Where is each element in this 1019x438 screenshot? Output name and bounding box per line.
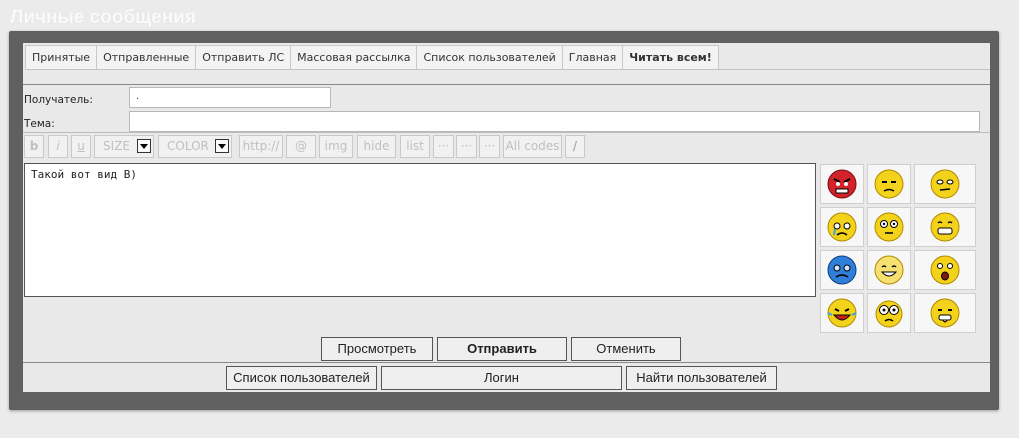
surprised-smile-icon[interactable] — [867, 207, 911, 247]
send-button[interactable]: Отправить — [437, 337, 567, 361]
find-users-button[interactable]: Найти пользователей — [626, 366, 777, 390]
message-textarea[interactable]: Такой вот вид В) — [24, 163, 816, 297]
size-select[interactable]: SIZE — [94, 135, 154, 158]
extra-button-3[interactable]: ··· — [479, 135, 500, 158]
tab-user-list[interactable]: Список пользователей — [417, 45, 563, 70]
bold-button[interactable]: b — [24, 135, 44, 158]
tab-send-pm[interactable]: Отправить ЛС — [196, 45, 292, 70]
subject-label: Тема: — [24, 118, 55, 130]
extra-button-2[interactable]: ··· — [456, 135, 477, 158]
img-button[interactable]: img — [319, 135, 353, 158]
all-codes-button[interactable]: All codes — [503, 135, 562, 158]
cancel-button[interactable]: Отменить — [571, 337, 681, 361]
login-field[interactable]: Логин — [381, 366, 622, 390]
angry-smile-icon[interactable] — [820, 164, 864, 204]
hide-button[interactable]: hide — [357, 135, 396, 158]
recipient-field[interactable]: . — [129, 87, 331, 108]
email-button[interactable]: @ — [286, 135, 316, 158]
tab-sent[interactable]: Отправленные — [97, 45, 197, 70]
size-select-label: SIZE — [103, 139, 130, 153]
laughing-smile-icon[interactable] — [820, 293, 864, 333]
sad-smile-icon[interactable] — [867, 164, 911, 204]
blue-cold-smile-icon[interactable] — [820, 250, 864, 290]
tab-home[interactable]: Главная — [562, 45, 624, 70]
close-tags-button[interactable]: / — [565, 135, 585, 158]
user-list-button[interactable]: Список пользователей — [226, 366, 377, 390]
tab-mass-mailing[interactable]: Массовая рассылка — [291, 45, 418, 70]
messages-panel: Принятые Отправленные Отправить ЛС Массо… — [9, 31, 999, 410]
page-title: Личные сообщения — [10, 7, 196, 28]
italic-button[interactable]: i — [48, 135, 68, 158]
list-button[interactable]: list — [400, 135, 430, 158]
footer-divider — [23, 362, 990, 363]
tab-divider — [25, 69, 990, 70]
color-select-label: COLOR — [167, 139, 209, 153]
recipient-label: Получатель: — [24, 94, 93, 106]
tab-bar: Принятые Отправленные Отправить ЛС Массо… — [25, 45, 719, 70]
tongue-smile-icon[interactable] — [914, 293, 976, 333]
preview-button[interactable]: Просмотреть — [321, 337, 433, 361]
section-divider — [23, 84, 990, 85]
subject-field[interactable] — [129, 111, 980, 132]
message-text: Такой вот вид В) — [31, 168, 137, 181]
color-select[interactable]: COLOR — [158, 135, 232, 158]
messages-inner: Принятые Отправленные Отправить ЛС Массо… — [23, 43, 990, 392]
extra-button-1[interactable]: ··· — [433, 135, 454, 158]
crying-smile-icon[interactable] — [820, 207, 864, 247]
chevron-down-icon — [137, 139, 151, 153]
tab-read-all[interactable]: Читать всем! — [623, 45, 719, 70]
suspicious-smile-icon[interactable] — [914, 164, 976, 204]
happy-smile-icon[interactable] — [867, 250, 911, 290]
toolbar-divider — [23, 132, 990, 133]
tab-inbox[interactable]: Принятые — [25, 45, 98, 70]
url-button[interactable]: http:// — [239, 135, 283, 158]
chevron-down-icon — [215, 139, 229, 153]
underline-button[interactable]: u — [71, 135, 91, 158]
big-eyes-smile-icon[interactable] — [867, 293, 911, 333]
grinning-smile-icon[interactable] — [914, 207, 976, 247]
shocked-smile-icon[interactable] — [914, 250, 976, 290]
